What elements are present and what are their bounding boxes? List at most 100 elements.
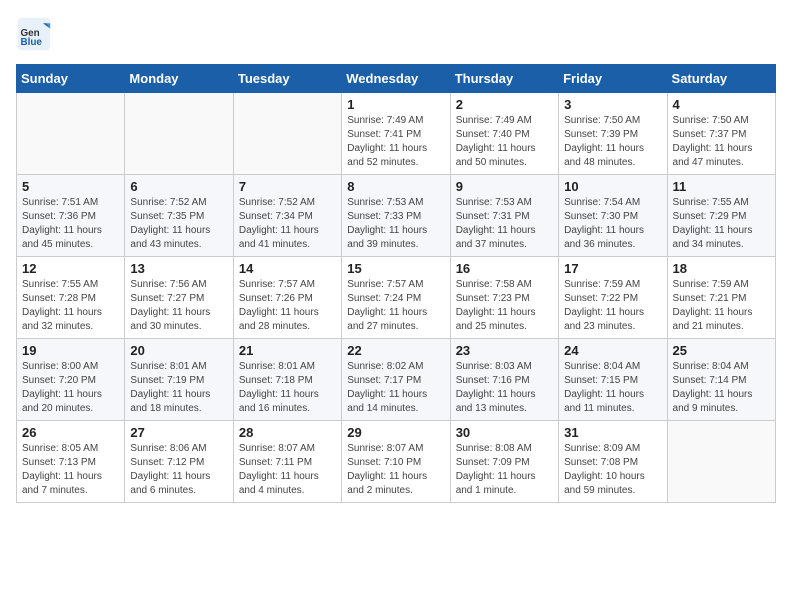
day-info: Sunrise: 8:08 AM Sunset: 7:09 PM Dayligh… [456, 442, 553, 498]
day-number: 12 [22, 261, 119, 276]
day-info: Sunrise: 7:52 AM Sunset: 7:35 PM Dayligh… [130, 196, 227, 252]
logo-icon: Gen Blue [16, 16, 52, 52]
day-info: Sunrise: 7:49 AM Sunset: 7:41 PM Dayligh… [347, 114, 444, 170]
day-info: Sunrise: 7:49 AM Sunset: 7:40 PM Dayligh… [456, 114, 553, 170]
day-info: Sunrise: 7:59 AM Sunset: 7:22 PM Dayligh… [564, 278, 661, 334]
day-number: 26 [22, 425, 119, 440]
day-number: 1 [347, 97, 444, 112]
svg-text:Blue: Blue [21, 37, 43, 48]
calendar-cell: 7Sunrise: 7:52 AM Sunset: 7:34 PM Daylig… [233, 175, 341, 257]
day-number: 29 [347, 425, 444, 440]
calendar-cell: 11 Sunrise: 7:55 AM Sunset: 7:29 PM Dayli… [667, 175, 775, 257]
day-info: Sunrise: 7:59 AM Sunset: 7:21 PM Dayligh… [673, 278, 770, 334]
calendar-cell: 22Sunrise: 8:02 AM Sunset: 7:17 PM Dayli… [342, 339, 450, 421]
day-info: Sunrise: 8:05 AM Sunset: 7:13 PM Dayligh… [22, 442, 119, 498]
day-number: 2 [456, 97, 553, 112]
day-info: Sunrise: 8:07 AM Sunset: 7:10 PM Dayligh… [347, 442, 444, 498]
calendar-cell: 15 Sunrise: 7:57 AM Sunset: 7:24 PM Dayli… [342, 257, 450, 339]
calendar-cell: 18 Sunrise: 7:59 AM Sunset: 7:21 PM Dayli… [667, 257, 775, 339]
day-number: 16 [456, 261, 553, 276]
day-info: Sunrise: 8:06 AM Sunset: 7:12 PM Dayligh… [130, 442, 227, 498]
calendar-header-row: SundayMondayTuesdayWednesdayThursdayFrid… [17, 65, 776, 93]
day-info: Sunrise: 7:50 AM Sunset: 7:39 PM Dayligh… [564, 114, 661, 170]
calendar-cell: 5 Sunrise: 7:51 AM Sunset: 7:36 PM Daylig… [17, 175, 125, 257]
day-info: Sunrise: 7:54 AM Sunset: 7:30 PM Dayligh… [564, 196, 661, 252]
day-number: 23 [456, 343, 553, 358]
day-number: 5 [22, 179, 119, 194]
col-header-wednesday: Wednesday [342, 65, 450, 93]
calendar-cell: 10 Sunrise: 7:54 AM Sunset: 7:30 PM Dayli… [559, 175, 667, 257]
day-number: 27 [130, 425, 227, 440]
day-number: 15 [347, 261, 444, 276]
day-info: Sunrise: 7:57 AM Sunset: 7:24 PM Dayligh… [347, 278, 444, 334]
calendar-cell: 29 Sunrise: 8:07 AM Sunset: 7:10 PM Dayli… [342, 421, 450, 503]
calendar-cell: 6Sunrise: 7:52 AM Sunset: 7:35 PM Daylig… [125, 175, 233, 257]
calendar-cell: 8 Sunrise: 7:53 AM Sunset: 7:33 PM Daylig… [342, 175, 450, 257]
calendar-cell: 26 Sunrise: 8:05 AM Sunset: 7:13 PM Dayli… [17, 421, 125, 503]
calendar-cell: 23Sunrise: 8:03 AM Sunset: 7:16 PM Dayli… [450, 339, 558, 421]
calendar-cell: 13Sunrise: 7:56 AM Sunset: 7:27 PM Dayli… [125, 257, 233, 339]
calendar-week-row: 5 Sunrise: 7:51 AM Sunset: 7:36 PM Daylig… [17, 175, 776, 257]
day-info: Sunrise: 7:51 AM Sunset: 7:36 PM Dayligh… [22, 196, 119, 252]
col-header-thursday: Thursday [450, 65, 558, 93]
day-number: 31 [564, 425, 661, 440]
col-header-sunday: Sunday [17, 65, 125, 93]
day-number: 18 [673, 261, 770, 276]
day-number: 25 [673, 343, 770, 358]
day-number: 11 [673, 179, 770, 194]
calendar-cell [667, 421, 775, 503]
logo: Gen Blue [16, 16, 54, 52]
calendar-cell: 16 Sunrise: 7:58 AM Sunset: 7:23 PM Dayli… [450, 257, 558, 339]
day-number: 10 [564, 179, 661, 194]
calendar-week-row: 19Sunrise: 8:00 AM Sunset: 7:20 PM Dayli… [17, 339, 776, 421]
day-info: Sunrise: 8:07 AM Sunset: 7:11 PM Dayligh… [239, 442, 336, 498]
day-info: Sunrise: 7:58 AM Sunset: 7:23 PM Dayligh… [456, 278, 553, 334]
day-info: Sunrise: 7:53 AM Sunset: 7:31 PM Dayligh… [456, 196, 553, 252]
day-number: 4 [673, 97, 770, 112]
day-number: 7 [239, 179, 336, 194]
day-info: Sunrise: 7:50 AM Sunset: 7:37 PM Dayligh… [673, 114, 770, 170]
day-info: Sunrise: 8:09 AM Sunset: 7:08 PM Dayligh… [564, 442, 661, 498]
day-number: 8 [347, 179, 444, 194]
calendar-table: SundayMondayTuesdayWednesdayThursdayFrid… [16, 64, 776, 503]
calendar-cell: 25 Sunrise: 8:04 AM Sunset: 7:14 PM Dayli… [667, 339, 775, 421]
day-number: 9 [456, 179, 553, 194]
day-info: Sunrise: 8:04 AM Sunset: 7:15 PM Dayligh… [564, 360, 661, 416]
day-info: Sunrise: 7:53 AM Sunset: 7:33 PM Dayligh… [347, 196, 444, 252]
day-info: Sunrise: 7:57 AM Sunset: 7:26 PM Dayligh… [239, 278, 336, 334]
calendar-week-row: 12 Sunrise: 7:55 AM Sunset: 7:28 PM Dayli… [17, 257, 776, 339]
day-info: Sunrise: 7:56 AM Sunset: 7:27 PM Dayligh… [130, 278, 227, 334]
day-info: Sunrise: 8:01 AM Sunset: 7:19 PM Dayligh… [130, 360, 227, 416]
calendar-cell: 1 Sunrise: 7:49 AM Sunset: 7:41 PM Daylig… [342, 93, 450, 175]
day-number: 30 [456, 425, 553, 440]
calendar-cell: 14 Sunrise: 7:57 AM Sunset: 7:26 PM Dayli… [233, 257, 341, 339]
day-number: 19 [22, 343, 119, 358]
calendar-cell: 17 Sunrise: 7:59 AM Sunset: 7:22 PM Dayli… [559, 257, 667, 339]
day-number: 24 [564, 343, 661, 358]
page-header: Gen Blue [16, 16, 776, 52]
day-number: 3 [564, 97, 661, 112]
calendar-cell: 12 Sunrise: 7:55 AM Sunset: 7:28 PM Dayli… [17, 257, 125, 339]
day-number: 17 [564, 261, 661, 276]
calendar-cell [233, 93, 341, 175]
calendar-cell: 2 Sunrise: 7:49 AM Sunset: 7:40 PM Daylig… [450, 93, 558, 175]
calendar-cell: 19Sunrise: 8:00 AM Sunset: 7:20 PM Dayli… [17, 339, 125, 421]
day-info: Sunrise: 7:55 AM Sunset: 7:28 PM Dayligh… [22, 278, 119, 334]
day-info: Sunrise: 8:04 AM Sunset: 7:14 PM Dayligh… [673, 360, 770, 416]
day-info: Sunrise: 8:01 AM Sunset: 7:18 PM Dayligh… [239, 360, 336, 416]
calendar-cell [17, 93, 125, 175]
day-number: 20 [130, 343, 227, 358]
day-number: 14 [239, 261, 336, 276]
calendar-cell: 30 Sunrise: 8:08 AM Sunset: 7:09 PM Dayli… [450, 421, 558, 503]
calendar-cell: 24 Sunrise: 8:04 AM Sunset: 7:15 PM Dayli… [559, 339, 667, 421]
calendar-week-row: 26 Sunrise: 8:05 AM Sunset: 7:13 PM Dayli… [17, 421, 776, 503]
col-header-monday: Monday [125, 65, 233, 93]
calendar-cell: 27 Sunrise: 8:06 AM Sunset: 7:12 PM Dayli… [125, 421, 233, 503]
day-info: Sunrise: 7:55 AM Sunset: 7:29 PM Dayligh… [673, 196, 770, 252]
day-number: 21 [239, 343, 336, 358]
col-header-saturday: Saturday [667, 65, 775, 93]
col-header-friday: Friday [559, 65, 667, 93]
calendar-cell: 28Sunrise: 8:07 AM Sunset: 7:11 PM Dayli… [233, 421, 341, 503]
calendar-cell: 21 Sunrise: 8:01 AM Sunset: 7:18 PM Dayli… [233, 339, 341, 421]
day-info: Sunrise: 8:02 AM Sunset: 7:17 PM Dayligh… [347, 360, 444, 416]
